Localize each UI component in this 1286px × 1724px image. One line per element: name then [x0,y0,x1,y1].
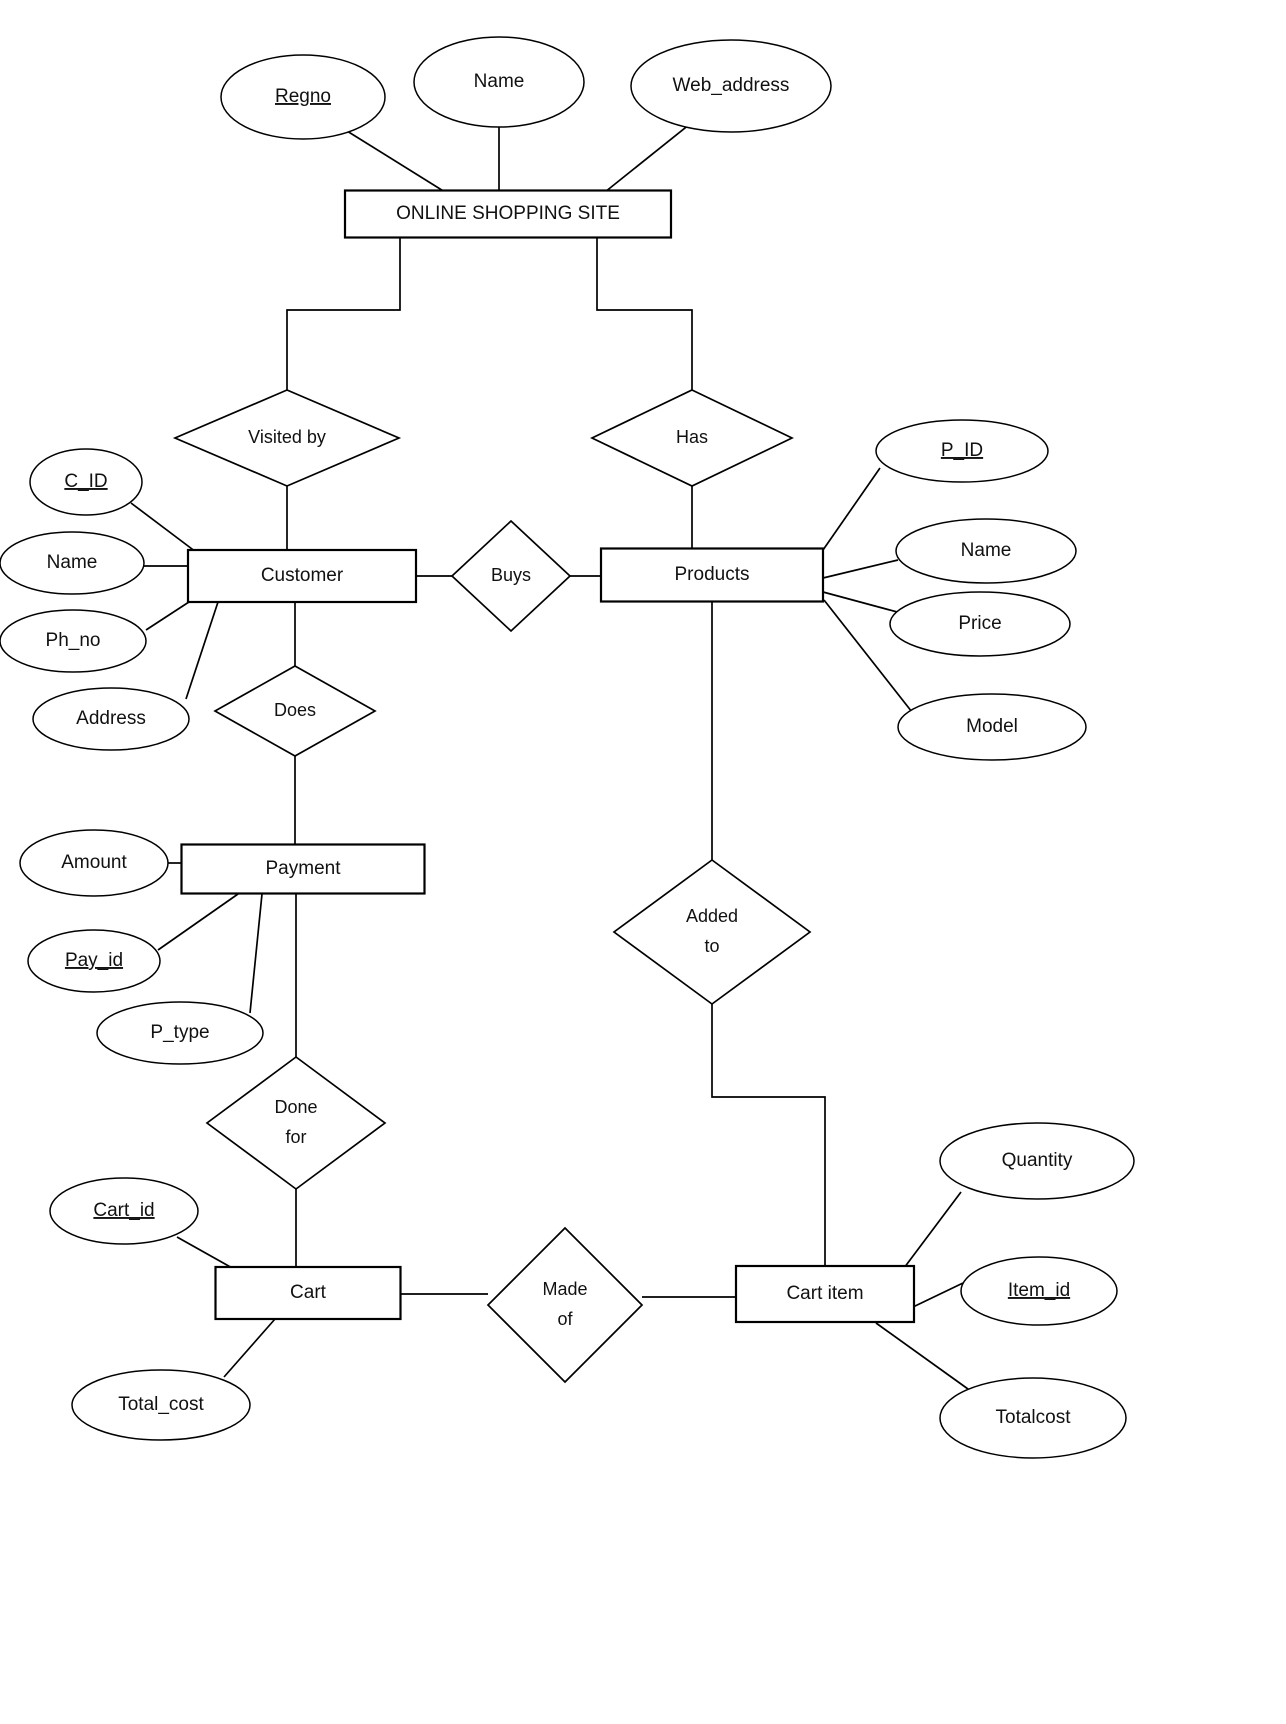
relationship-diamond-shape [612,858,812,1006]
attribute-model[interactable]: Model [897,693,1087,761]
relationship-visited-by[interactable]: Visited by [172,389,402,487]
attribute-web-address[interactable]: Web_address [630,39,832,133]
relationship-label-added-to: to [704,936,719,956]
attribute-label-total-cost: Total_cost [118,1394,204,1415]
connector-site-to-visited-by [286,238,401,390]
relationship-does[interactable]: Does [213,665,377,757]
relationship-label-made-of: Made [542,1279,587,1299]
attribute-label-model: Model [966,716,1018,737]
primary-key-label-cart-id: Cart_id [93,1200,154,1221]
entity-label-payment: Payment [266,858,342,879]
connector-ph-no-to-customer [145,599,193,631]
attribute-label-p-type: P_type [150,1022,209,1043]
connector-address-to-customer [185,601,219,700]
connector-p-id-to-products [822,467,881,551]
attribute-label-quantity: Quantity [1002,1150,1073,1171]
attribute-cust-name[interactable]: Name [0,531,145,595]
attribute-label-amount: Amount [61,852,127,873]
connector-item-id-to-cartitem [912,1282,964,1308]
connector-prod-name-to-products [822,559,899,579]
attribute-prod-name[interactable]: Name [895,518,1077,584]
relationship-label-added-to: Added [686,906,738,926]
relationship-diamond-shape [205,1055,387,1191]
attribute-price[interactable]: Price [889,591,1071,657]
connector-p-type-to-payment [249,893,263,1014]
connector-regno-to-site [346,130,454,198]
attribute-label-site-name: Name [474,71,525,92]
attribute-label-ph-no: Ph_no [46,630,101,651]
attribute-total-cost[interactable]: Total_cost [71,1369,251,1441]
attribute-address[interactable]: Address [32,687,190,751]
connector-totalcost-to-cartitem [875,1322,969,1390]
er-diagram-svg: Visited by Has Buys Does Added to Done for Made o… [0,36,1135,1459]
connector-site-to-has [596,238,693,390]
primary-key-label-regno: Regno [275,86,331,107]
relationship-buys[interactable]: Buys [450,519,572,633]
entity-customer[interactable]: Customer [186,548,418,604]
attribute-p-type[interactable]: P_type [96,1001,264,1065]
connector-pay-id-to-payment [157,893,239,951]
primary-key-label-pay-id: Pay_id [65,950,123,971]
connector-added-to-to-cartitem [711,1004,826,1266]
relationship-added-to[interactable]: Added to [612,858,812,1006]
connector-cart-id-to-cart [176,1236,235,1270]
entity-label-cart: Cart [290,1282,327,1303]
primary-key-label-c-id: C_ID [64,471,107,492]
connector-total-cost-to-cart [223,1318,276,1378]
attribute-cart-id[interactable]: Cart_id [49,1177,199,1245]
attribute-label-totalcost: Totalcost [996,1407,1072,1428]
connector-c-id-to-customer [130,502,201,556]
relationship-label-visited-by: Visited by [248,427,326,447]
connector-quantity-to-cartitem [903,1191,962,1269]
connection-lines-layer [130,123,969,1390]
relationship-label-has: Has [676,427,708,447]
attribute-label-price: Price [958,613,1001,634]
primary-key-label-p-id: P_ID [941,440,983,461]
relationship-label-done-for: for [285,1127,306,1147]
entity-payment[interactable]: Payment [180,843,426,895]
attribute-c-id[interactable]: C_ID [29,448,143,516]
entity-products[interactable]: Products [599,547,825,603]
relationship-has[interactable]: Has [590,389,794,487]
entity-site[interactable]: ONLINE SHOPPING SITE [343,189,673,239]
relationship-done-for[interactable]: Done for [205,1055,387,1191]
attribute-item-id[interactable]: Item_id [960,1256,1118,1326]
attribute-amount[interactable]: Amount [19,829,169,897]
relationship-label-does: Does [274,700,316,720]
entity-label-customer: Customer [261,565,344,586]
entity-label-products: Products [675,564,750,585]
relationship-label-done-for: Done [274,1097,317,1117]
attribute-totalcost[interactable]: Totalcost [939,1377,1127,1459]
relationship-diamond-shape [486,1226,644,1384]
primary-key-label-item-id: Item_id [1008,1280,1070,1301]
relationship-label-buys: Buys [491,565,531,585]
attribute-regno[interactable]: Regno [220,54,386,140]
entity-label-cartitem: Cart item [786,1283,863,1304]
entity-cart[interactable]: Cart [214,1265,402,1321]
er-diagram-canvas: Visited by Has Buys Does Added to Done for Made o… [0,0,1286,1724]
connector-web-address-to-site [604,123,691,193]
attribute-label-address: Address [76,708,146,729]
attribute-ph-no[interactable]: Ph_no [0,609,147,673]
attribute-pay-id[interactable]: Pay_id [27,929,161,993]
attribute-quantity[interactable]: Quantity [939,1122,1135,1200]
relationship-label-made-of: of [557,1309,573,1329]
attribute-label-prod-name: Name [961,540,1012,561]
attribute-label-web-address: Web_address [673,75,790,96]
entity-cartitem[interactable]: Cart item [734,1264,916,1324]
attribute-label-cust-name: Name [47,552,98,573]
entity-label-site: ONLINE SHOPPING SITE [396,203,620,224]
attribute-site-name[interactable]: Name [413,36,585,128]
attribute-p-id[interactable]: P_ID [875,419,1049,483]
relationship-made-of[interactable]: Made of [486,1226,644,1384]
